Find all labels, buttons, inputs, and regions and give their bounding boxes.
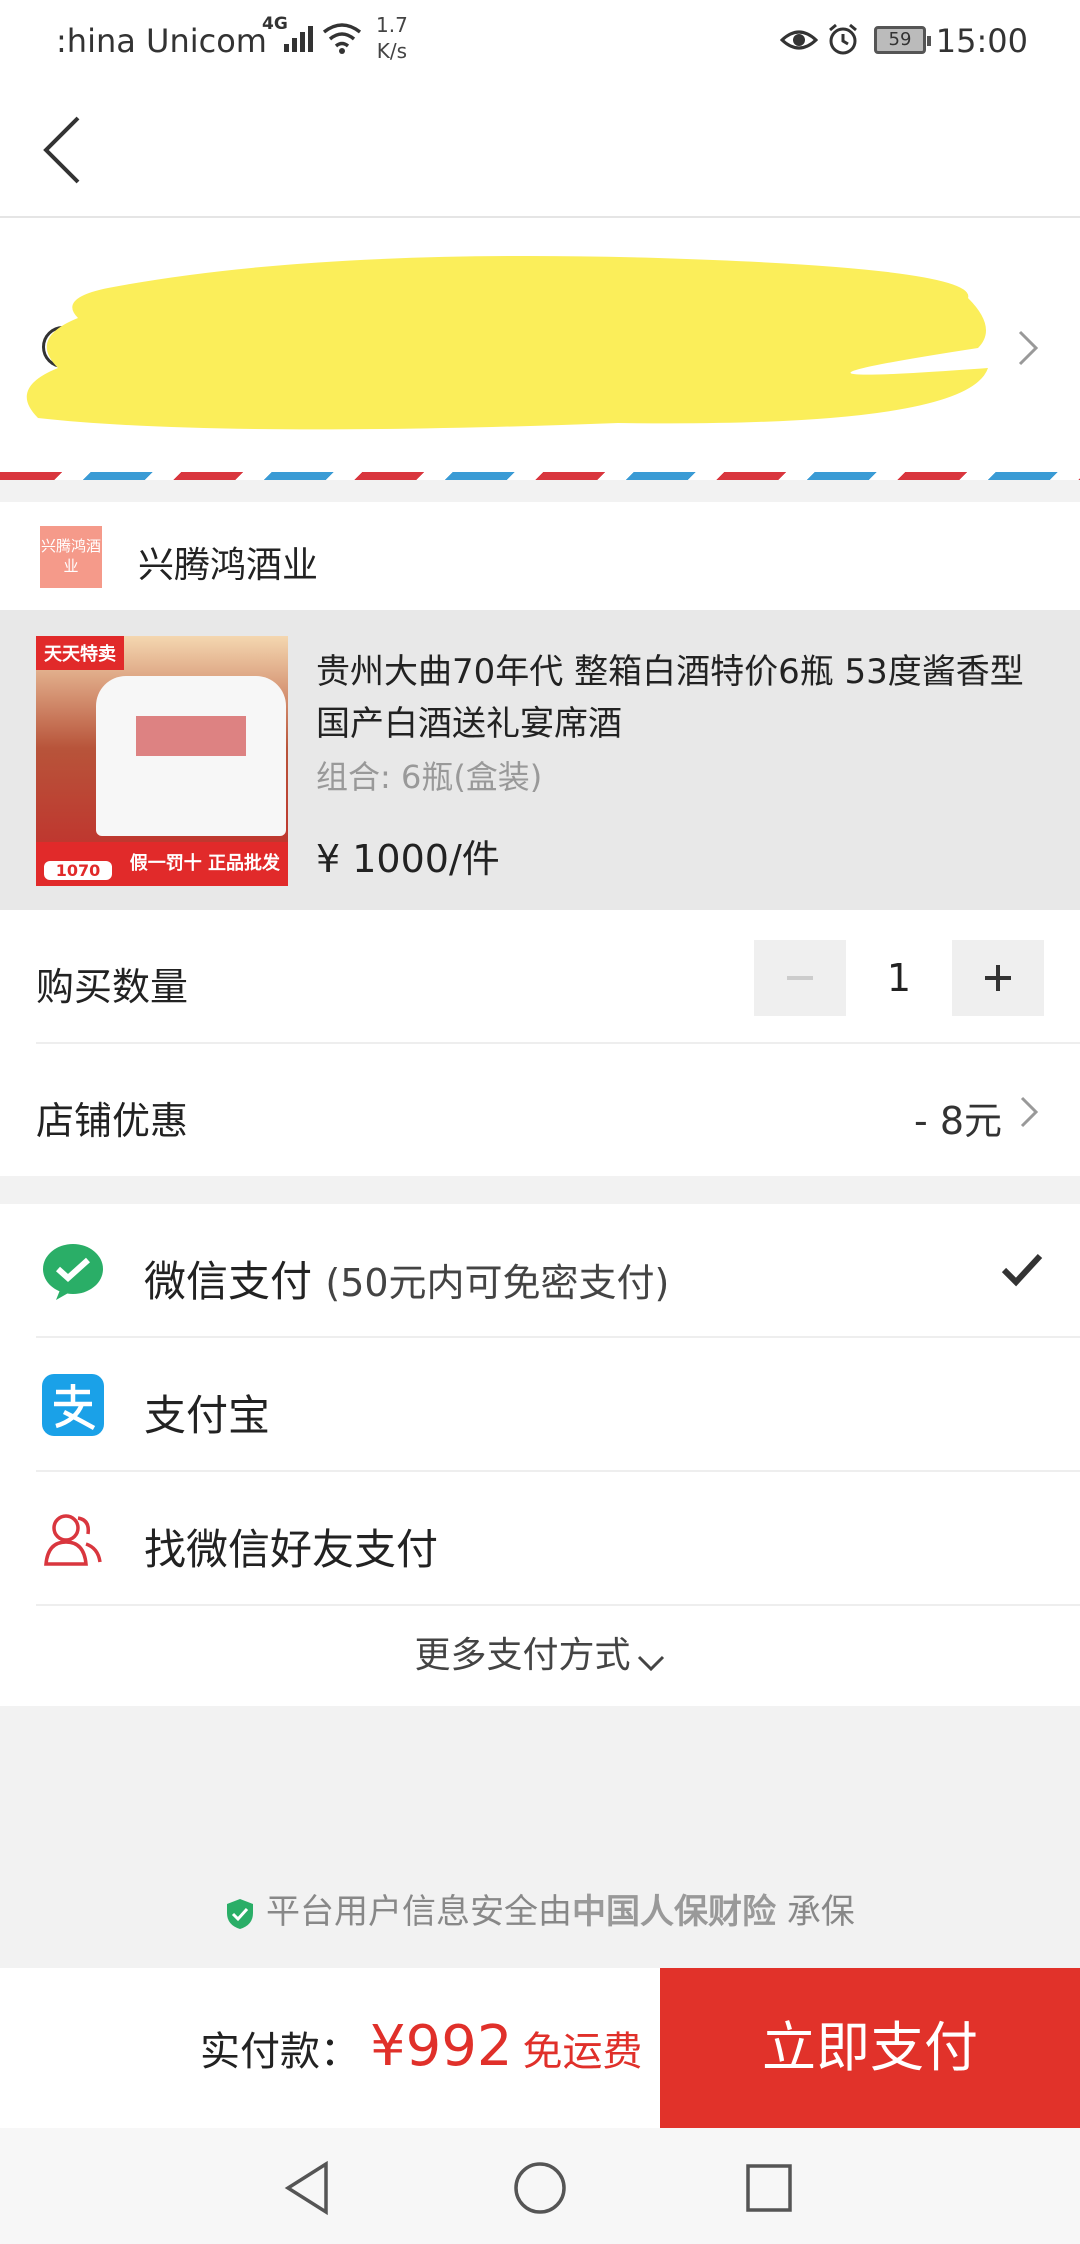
quantity-stepper: 1 xyxy=(754,940,1044,1016)
payment-option-wechat[interactable]: 微信支付 (50元内可免密支付) xyxy=(36,1204,1080,1338)
friend-pay-icon xyxy=(44,1514,102,1566)
checkout-footer: 实付款： ¥992 免运费 立即支付 xyxy=(0,1968,1080,2128)
wechat-pay-icon xyxy=(43,1244,103,1300)
quantity-value[interactable]: 1 xyxy=(846,956,952,1000)
chevron-right-icon xyxy=(1020,1096,1039,1128)
chevron-left-icon xyxy=(43,116,80,184)
shield-check-icon xyxy=(227,1898,254,1929)
pay-now-button[interactable]: 立即支付 xyxy=(660,1968,1080,2128)
payment-methods: 微信支付 (50元内可免密支付) 支付宝 找微信好友支付 更多支付方式 xyxy=(0,1204,1080,1706)
friend-pay-label: 找微信好友支付 xyxy=(144,1525,439,1574)
system-nav-bar xyxy=(0,2128,1080,2244)
network-speed: 1.7 K/s xyxy=(376,12,408,64)
product-price: ¥ 1000/件 xyxy=(316,837,500,881)
clock: 15:00 xyxy=(935,22,1028,60)
wechat-label: 微信支付 xyxy=(144,1257,313,1306)
insurance-prefix: 平台用户信息安全由 xyxy=(266,1892,572,1932)
total-amount: ¥992 xyxy=(370,2014,513,2079)
alipay-label: 支付宝 xyxy=(144,1391,271,1440)
alipay-icon xyxy=(42,1374,104,1436)
home-circle-icon[interactable] xyxy=(512,2160,568,2216)
product-title: 贵州大曲70年代 整箱白酒特价6瓶 53度酱香型国产白酒送礼宴席酒 xyxy=(316,652,1024,744)
total-label: 实付款： xyxy=(200,2029,360,2075)
insurance-brand: 中国人保财险 xyxy=(572,1892,776,1932)
total-summary: 实付款： ¥992 免运费 xyxy=(200,2014,643,2079)
alarm-icon xyxy=(829,23,857,55)
decrease-button[interactable] xyxy=(754,940,846,1016)
back-button[interactable] xyxy=(30,110,100,190)
payment-label: 微信支付 (50元内可免密支付) xyxy=(144,1248,669,1309)
shop-discount-row[interactable]: 店铺优惠 - 8元 xyxy=(36,1044,1080,1176)
chevron-right-icon xyxy=(1018,330,1039,366)
minus-icon xyxy=(787,976,813,980)
discount-label: 店铺优惠 xyxy=(36,1099,189,1143)
plus-icon xyxy=(985,965,1011,991)
payment-option-friend[interactable]: 找微信好友支付 xyxy=(36,1472,1080,1606)
recents-square-icon[interactable] xyxy=(744,2160,794,2216)
order-card: 兴腾鸿酒业 兴腾鸿酒业 天天特卖 假一罚十 正品批发 1070 贵州大曲70年代… xyxy=(0,502,1080,1176)
top-bar xyxy=(0,82,1080,218)
shop-name: 兴腾鸿酒业 xyxy=(138,545,319,586)
bottles-graphic xyxy=(96,676,286,836)
payment-option-alipay[interactable]: 支付宝 xyxy=(36,1338,1080,1472)
shop-logo: 兴腾鸿酒业 xyxy=(40,526,102,588)
signal-icon xyxy=(284,26,313,52)
insurance-note: 平台用户信息安全由中国人保财险 承保 xyxy=(0,1884,1080,1933)
eye-icon xyxy=(780,30,818,50)
back-triangle-icon[interactable] xyxy=(282,2160,334,2216)
increase-button[interactable] xyxy=(952,940,1044,1016)
chevron-down-icon xyxy=(637,1655,664,1671)
product-spec: 组合: 6瓶(盒装) xyxy=(316,758,543,796)
airmail-border xyxy=(0,472,1080,480)
image-price: 1070 xyxy=(44,861,112,880)
checkmark-icon xyxy=(1001,1253,1043,1287)
speed-value: 1.7 xyxy=(376,13,408,37)
shop-row[interactable]: 兴腾鸿酒业 兴腾鸿酒业 xyxy=(0,502,1080,610)
wifi-icon xyxy=(322,23,362,54)
product-item[interactable]: 天天特卖 假一罚十 正品批发 1070 贵州大曲70年代 整箱白酒特价6瓶 53… xyxy=(0,610,1080,910)
shipping-note: 免运费 xyxy=(522,2029,643,2075)
speed-unit: K/s xyxy=(376,39,408,63)
carrier-name: :hina Unicom xyxy=(56,22,267,60)
insurance-suffix: 承保 xyxy=(786,1892,855,1932)
redaction-scribble xyxy=(26,256,988,430)
more-payment-label: 更多支付方式 xyxy=(414,1635,631,1676)
quantity-label: 购买数量 xyxy=(36,965,189,1009)
more-payment-methods[interactable]: 更多支付方式 xyxy=(0,1606,1080,1706)
battery-indicator: 59 xyxy=(874,26,931,54)
discount-value: - 8元 xyxy=(914,1099,1002,1143)
wechat-note: (50元内可免密支付) xyxy=(325,1261,670,1305)
address-card[interactable] xyxy=(0,218,1080,480)
image-tag: 天天特卖 xyxy=(36,636,124,670)
product-image: 天天特卖 假一罚十 正品批发 1070 xyxy=(36,636,288,886)
quantity-row: 购买数量 1 xyxy=(36,910,1080,1044)
status-bar: :hina Unicom 4G 1.7 K/s 59 15:00 xyxy=(0,0,1080,82)
